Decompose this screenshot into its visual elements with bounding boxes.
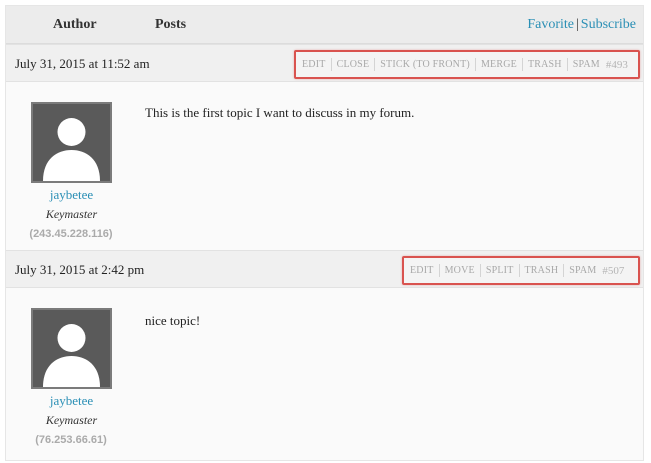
post-content: This is the first topic I want to discus… xyxy=(145,105,415,120)
post-admin-actions: EDIT CLOSE STICK (TO FRONT) MERGE TRASH … xyxy=(294,50,640,79)
split-action[interactable]: SPLIT xyxy=(486,265,514,276)
posts-column-header: Posts xyxy=(155,17,187,32)
close-action[interactable]: CLOSE xyxy=(337,59,370,70)
post-meta-bar: July 31, 2015 at 11:52 am EDIT CLOSE STI… xyxy=(6,44,643,82)
trash-action[interactable]: TRASH xyxy=(525,265,559,276)
spam-action[interactable]: SPAM xyxy=(573,59,600,70)
favorite-subscribe-links: Favorite | Subscribe xyxy=(527,17,636,33)
post-id-link[interactable]: #507 xyxy=(602,265,624,277)
post-date: July 31, 2015 at 11:52 am xyxy=(15,56,150,71)
link-separator: | xyxy=(575,17,579,32)
thread-header: Author Posts Favorite | Subscribe xyxy=(6,6,643,44)
post-body: jaybetee Keymaster (76.253.66.61) nice t… xyxy=(6,289,643,460)
spam-action[interactable]: SPAM xyxy=(569,265,596,276)
default-avatar-icon xyxy=(33,310,110,387)
action-divider xyxy=(330,58,332,71)
post-meta-bar: July 31, 2015 at 2:42 pm EDIT MOVE SPLIT… xyxy=(6,250,643,288)
post-content: nice topic! xyxy=(145,313,201,328)
action-divider xyxy=(566,58,568,71)
forum-topic-thread: Author Posts Favorite | Subscribe July 31,… xyxy=(5,5,644,461)
stick-action[interactable]: STICK (TO FRONT) xyxy=(380,59,470,70)
author-name-link[interactable]: jaybetee xyxy=(31,187,112,203)
post-body: jaybetee Keymaster (243.45.228.116) This… xyxy=(6,83,643,250)
author-column-header: Author xyxy=(53,17,97,32)
author-name-link[interactable]: jaybetee xyxy=(31,393,112,409)
author-role: Keymaster xyxy=(45,413,98,427)
author-role: Keymaster xyxy=(45,207,98,221)
action-divider xyxy=(474,58,476,71)
post-date: July 31, 2015 at 2:42 pm xyxy=(15,262,145,277)
action-divider xyxy=(479,264,481,277)
avatar[interactable] xyxy=(31,308,112,389)
avatar[interactable] xyxy=(31,102,112,183)
trash-action[interactable]: TRASH xyxy=(528,59,562,70)
action-divider xyxy=(521,58,523,71)
merge-action[interactable]: MERGE xyxy=(481,59,517,70)
action-divider xyxy=(563,264,565,277)
subscribe-link[interactable]: Subscribe xyxy=(581,17,636,32)
post-id-link[interactable]: #493 xyxy=(606,59,628,71)
default-avatar-icon xyxy=(33,104,110,181)
edit-action[interactable]: EDIT xyxy=(410,265,434,276)
post-admin-actions: EDIT MOVE SPLIT TRASH SPAM #507 xyxy=(402,256,640,285)
move-action[interactable]: MOVE xyxy=(445,265,475,276)
action-divider xyxy=(374,58,376,71)
edit-action[interactable]: EDIT xyxy=(302,59,326,70)
author-ip: (243.45.228.116) xyxy=(29,228,113,240)
action-divider xyxy=(518,264,520,277)
author-ip: (76.253.66.61) xyxy=(35,434,107,446)
favorite-link[interactable]: Favorite xyxy=(527,17,574,32)
action-divider xyxy=(438,264,440,277)
